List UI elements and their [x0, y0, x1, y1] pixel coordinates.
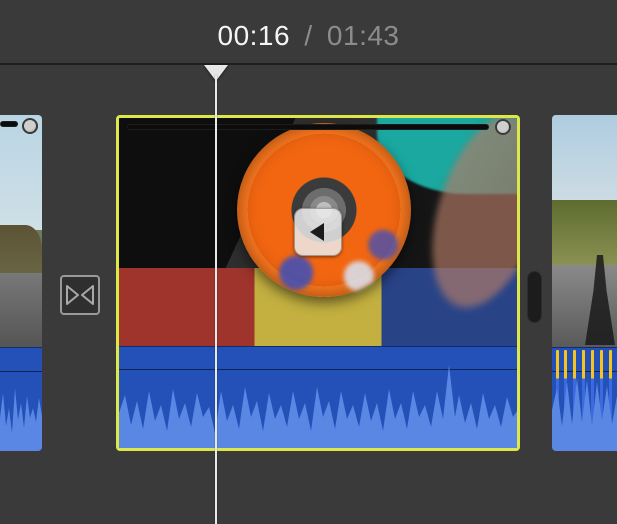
clip-audio-track[interactable]	[552, 347, 617, 451]
clip-audio-track[interactable]	[0, 347, 42, 451]
clip-thumbnail	[119, 118, 517, 346]
speed-bar[interactable]	[0, 121, 18, 127]
transition-crossfade-icon	[66, 285, 94, 305]
audio-waveform-icon	[0, 348, 42, 451]
timeline-clip[interactable]	[0, 115, 42, 451]
reverse-play-icon	[307, 221, 329, 243]
timecode-total: 01:43	[327, 20, 400, 51]
timeline[interactable]	[0, 65, 617, 524]
audio-waveform-icon	[552, 348, 617, 451]
timecode-readout: 00:16 / 01:43	[0, 20, 617, 52]
reverse-play-badge[interactable]	[294, 208, 342, 256]
playhead-marker-icon	[204, 65, 228, 81]
timecode-current: 00:16	[218, 20, 291, 51]
speed-handle-icon[interactable]	[495, 119, 511, 135]
speed-bar[interactable]	[127, 124, 489, 130]
clip-audio-track[interactable]	[119, 346, 517, 448]
transition-indicator[interactable]	[60, 275, 100, 315]
timeline-clip[interactable]	[552, 115, 617, 451]
clip-thumbnail	[0, 115, 42, 347]
speed-handle-icon[interactable]	[22, 118, 38, 134]
clip-thumbnail	[552, 115, 617, 347]
audio-waveform-icon	[119, 347, 517, 448]
timeline-clip-selected[interactable]	[116, 115, 520, 451]
timecode-separator: /	[304, 20, 312, 51]
clip-gap-handle[interactable]	[527, 271, 542, 323]
